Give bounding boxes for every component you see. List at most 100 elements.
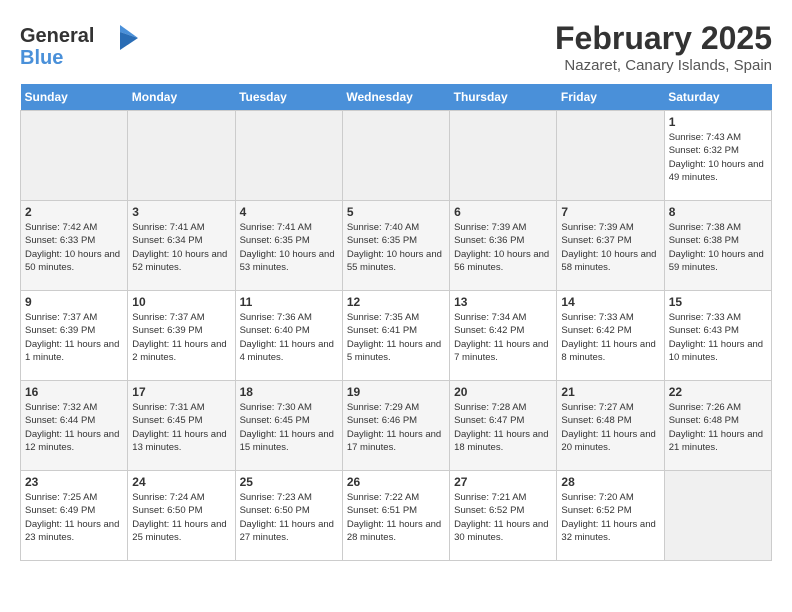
calendar-cell: 4Sunrise: 7:41 AM Sunset: 6:35 PM Daylig… — [235, 201, 342, 291]
svg-text:Blue: Blue — [20, 47, 63, 69]
day-info: Sunrise: 7:28 AM Sunset: 6:47 PM Dayligh… — [454, 401, 552, 454]
day-number: 10 — [132, 295, 230, 309]
weekday-header-saturday: Saturday — [664, 84, 771, 111]
day-number: 2 — [25, 205, 123, 219]
calendar-cell: 3 Sunrise: 7:41 AM Sunset: 6:34 PM Daylig… — [128, 201, 235, 291]
day-info: Sunrise: 7:26 AM Sunset: 6:48 PM Dayligh… — [669, 401, 767, 454]
day-number: 21 — [561, 385, 659, 399]
day-info: Sunrise: 7:20 AM Sunset: 6:52 PM Dayligh… — [561, 491, 659, 544]
day-info: Sunrise: 7:40 AM Sunset: 6:35 PM Dayligh… — [347, 221, 445, 274]
day-number: 9 — [25, 295, 123, 309]
day-info: Sunrise: 7:39 AM Sunset: 6:36 PM Dayligh… — [454, 221, 552, 274]
calendar-cell — [450, 111, 557, 201]
day-info: Sunrise: 7:22 AM Sunset: 6:51 PM Dayligh… — [347, 491, 445, 544]
calendar-cell: 25 Sunrise: 7:23 AM Sunset: 6:50 PM Dayli… — [235, 471, 342, 561]
calendar-cell: 28 Sunrise: 7:20 AM Sunset: 6:52 PM Dayli… — [557, 471, 664, 561]
weekday-header-thursday: Thursday — [450, 84, 557, 111]
day-info: Sunrise: 7:24 AM Sunset: 6:50 PM Dayligh… — [132, 491, 230, 544]
weekday-header-monday: Monday — [128, 84, 235, 111]
day-number: 18 — [240, 385, 338, 399]
calendar-cell: 23 Sunrise: 7:25 AM Sunset: 6:49 PM Dayli… — [21, 471, 128, 561]
calendar-cell: 19 Sunrise: 7:29 AM Sunset: 6:46 PM Dayli… — [342, 381, 449, 471]
calendar-cell: 27 Sunrise: 7:21 AM Sunset: 6:52 PM Dayli… — [450, 471, 557, 561]
day-info: Sunrise: 7:21 AM Sunset: 6:52 PM Dayligh… — [454, 491, 552, 544]
day-number: 8 — [669, 205, 767, 219]
calendar-cell: 22 Sunrise: 7:26 AM Sunset: 6:48 PM Dayli… — [664, 381, 771, 471]
weekday-header-sunday: Sunday — [21, 84, 128, 111]
day-number: 19 — [347, 385, 445, 399]
calendar-cell: 12 Sunrise: 7:35 AM Sunset: 6:41 PM Dayli… — [342, 291, 449, 381]
calendar-cell: 7 Sunrise: 7:39 AM Sunset: 6:37 PM Daylig… — [557, 201, 664, 291]
day-number: 27 — [454, 475, 552, 489]
day-number: 13 — [454, 295, 552, 309]
calendar-cell: 8 Sunrise: 7:38 AM Sunset: 6:38 PM Daylig… — [664, 201, 771, 291]
title-area: February 2025 Nazaret, Canary Islands, S… — [555, 20, 772, 74]
weekday-header-friday: Friday — [557, 84, 664, 111]
calendar-cell: 17 Sunrise: 7:31 AM Sunset: 6:45 PM Dayli… — [128, 381, 235, 471]
day-number: 7 — [561, 205, 659, 219]
month-title: February 2025 — [555, 20, 772, 57]
calendar-cell: 18 Sunrise: 7:30 AM Sunset: 6:45 PM Dayli… — [235, 381, 342, 471]
day-number: 12 — [347, 295, 445, 309]
day-info: Sunrise: 7:41 AM Sunset: 6:34 PM Dayligh… — [132, 221, 230, 274]
day-number: 5 — [347, 205, 445, 219]
day-number: 17 — [132, 385, 230, 399]
calendar-cell: 15 Sunrise: 7:33 AM Sunset: 6:43 PM Dayli… — [664, 291, 771, 381]
logo-svg: GeneralBlue — [20, 20, 140, 70]
day-info: Sunrise: 7:27 AM Sunset: 6:48 PM Dayligh… — [561, 401, 659, 454]
day-number: 1 — [669, 115, 767, 129]
svg-text:General: General — [20, 25, 94, 47]
day-info: Sunrise: 7:38 AM Sunset: 6:38 PM Dayligh… — [669, 221, 767, 274]
calendar-cell — [21, 111, 128, 201]
calendar-cell: 11 Sunrise: 7:36 AM Sunset: 6:40 PM Dayli… — [235, 291, 342, 381]
calendar-cell: 5 Sunrise: 7:40 AM Sunset: 6:35 PM Daylig… — [342, 201, 449, 291]
day-number: 14 — [561, 295, 659, 309]
calendar-week-3: 9 Sunrise: 7:37 AM Sunset: 6:39 PM Daylig… — [21, 291, 772, 381]
calendar-cell: 13Sunrise: 7:34 AM Sunset: 6:42 PM Dayli… — [450, 291, 557, 381]
day-info: Sunrise: 7:42 AM Sunset: 6:33 PM Dayligh… — [25, 221, 123, 274]
day-info: Sunrise: 7:29 AM Sunset: 6:46 PM Dayligh… — [347, 401, 445, 454]
weekday-header-wednesday: Wednesday — [342, 84, 449, 111]
day-number: 23 — [25, 475, 123, 489]
day-number: 11 — [240, 295, 338, 309]
day-number: 24 — [132, 475, 230, 489]
day-number: 15 — [669, 295, 767, 309]
day-info: Sunrise: 7:37 AM Sunset: 6:39 PM Dayligh… — [25, 311, 123, 364]
calendar-cell — [235, 111, 342, 201]
day-info: Sunrise: 7:30 AM Sunset: 6:45 PM Dayligh… — [240, 401, 338, 454]
day-number: 22 — [669, 385, 767, 399]
day-number: 28 — [561, 475, 659, 489]
day-info: Sunrise: 7:41 AM Sunset: 6:35 PM Dayligh… — [240, 221, 338, 274]
calendar-cell — [557, 111, 664, 201]
calendar-week-2: 2 Sunrise: 7:42 AM Sunset: 6:33 PM Daylig… — [21, 201, 772, 291]
day-info: Sunrise: 7:36 AM Sunset: 6:40 PM Dayligh… — [240, 311, 338, 364]
day-number: 16 — [25, 385, 123, 399]
day-info: Sunrise: 7:31 AM Sunset: 6:45 PM Dayligh… — [132, 401, 230, 454]
calendar-cell: 1Sunrise: 7:43 AM Sunset: 6:32 PM Daylig… — [664, 111, 771, 201]
calendar-cell: 9 Sunrise: 7:37 AM Sunset: 6:39 PM Daylig… — [21, 291, 128, 381]
day-info: Sunrise: 7:32 AM Sunset: 6:44 PM Dayligh… — [25, 401, 123, 454]
calendar-cell — [342, 111, 449, 201]
day-info: Sunrise: 7:23 AM Sunset: 6:50 PM Dayligh… — [240, 491, 338, 544]
day-number: 25 — [240, 475, 338, 489]
calendar-cell: 20Sunrise: 7:28 AM Sunset: 6:47 PM Dayli… — [450, 381, 557, 471]
weekday-header-row: SundayMondayTuesdayWednesdayThursdayFrid… — [21, 84, 772, 111]
day-info: Sunrise: 7:33 AM Sunset: 6:43 PM Dayligh… — [669, 311, 767, 364]
logo: GeneralBlue — [20, 20, 140, 70]
day-number: 3 — [132, 205, 230, 219]
day-info: Sunrise: 7:39 AM Sunset: 6:37 PM Dayligh… — [561, 221, 659, 274]
calendar-week-4: 16 Sunrise: 7:32 AM Sunset: 6:44 PM Dayli… — [21, 381, 772, 471]
day-info: Sunrise: 7:25 AM Sunset: 6:49 PM Dayligh… — [25, 491, 123, 544]
day-info: Sunrise: 7:35 AM Sunset: 6:41 PM Dayligh… — [347, 311, 445, 364]
weekday-header-tuesday: Tuesday — [235, 84, 342, 111]
calendar-cell: 24 Sunrise: 7:24 AM Sunset: 6:50 PM Dayli… — [128, 471, 235, 561]
calendar-cell: 26 Sunrise: 7:22 AM Sunset: 6:51 PM Dayli… — [342, 471, 449, 561]
calendar-week-1: 1Sunrise: 7:43 AM Sunset: 6:32 PM Daylig… — [21, 111, 772, 201]
day-info: Sunrise: 7:37 AM Sunset: 6:39 PM Dayligh… — [132, 311, 230, 364]
day-number: 6 — [454, 205, 552, 219]
calendar-cell: 16 Sunrise: 7:32 AM Sunset: 6:44 PM Dayli… — [21, 381, 128, 471]
calendar-cell — [128, 111, 235, 201]
calendar-table: SundayMondayTuesdayWednesdayThursdayFrid… — [20, 84, 772, 561]
day-number: 26 — [347, 475, 445, 489]
page-header: GeneralBlue February 2025 Nazaret, Canar… — [20, 20, 772, 74]
